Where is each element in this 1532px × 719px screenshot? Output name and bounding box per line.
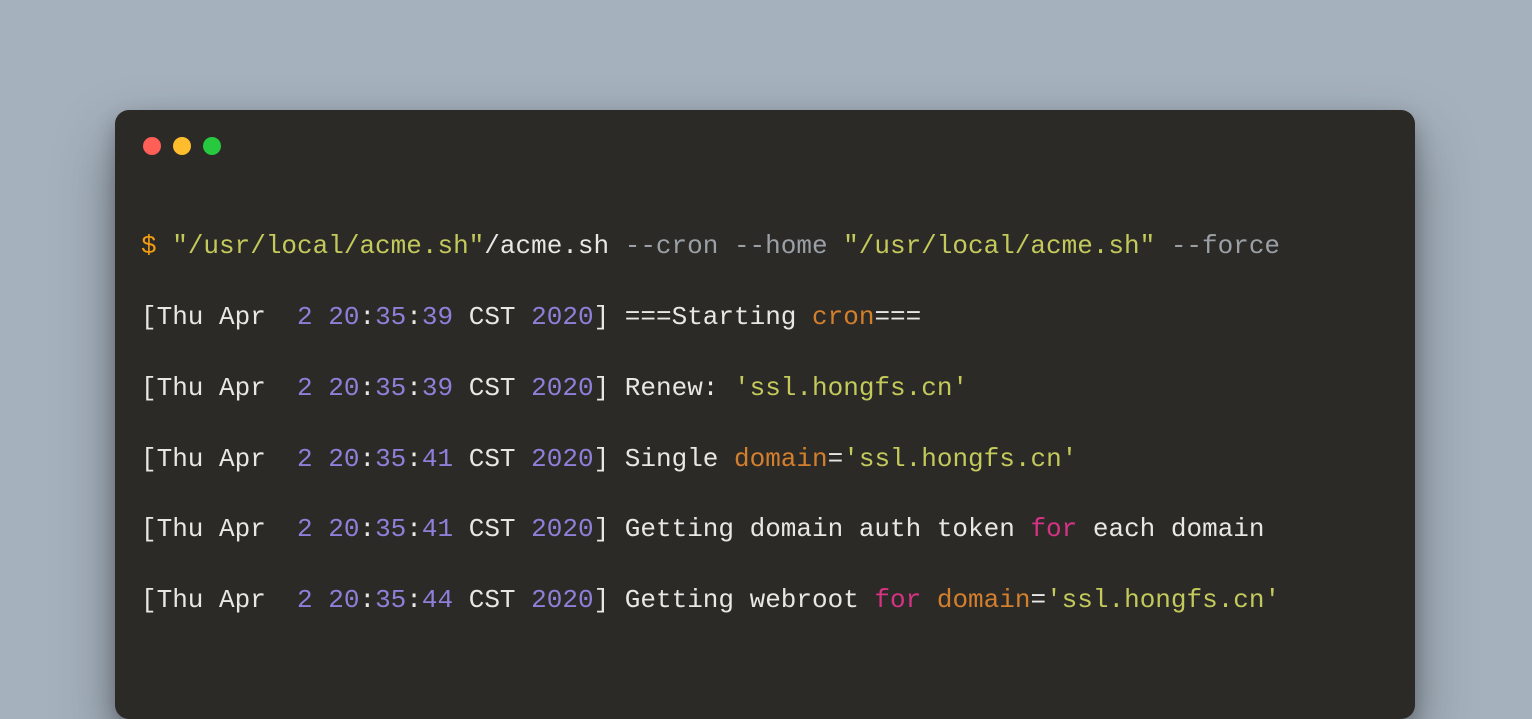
ts-open: [Thu Apr <box>141 514 297 544</box>
space <box>313 514 329 544</box>
ts-year: 2020 <box>531 373 593 403</box>
log-keyword: cron <box>812 302 874 332</box>
ts-sec: 39 <box>422 373 453 403</box>
colon: : <box>406 302 422 332</box>
colon: : <box>359 444 375 474</box>
ts-open: [Thu Apr <box>141 444 297 474</box>
log-keyword-for: for <box>874 585 921 615</box>
colon: : <box>406 373 422 403</box>
log-line: [Thu Apr 2 20:35:39 CST 2020] ===Startin… <box>141 300 1389 335</box>
colon: : <box>359 514 375 544</box>
log-text: Getting domain auth token <box>625 514 1031 544</box>
colon: : <box>359 585 375 615</box>
ts-hour: 20 <box>328 373 359 403</box>
log-text: === <box>874 302 921 332</box>
stage: $ "/usr/local/acme.sh"/acme.sh --cron --… <box>0 0 1532 590</box>
log-string: 'ssl.hongfs.cn' <box>734 373 968 403</box>
command-path: /acme.sh <box>484 231 624 261</box>
ts-close: ] <box>594 444 625 474</box>
arg-string: "/usr/local/acme.sh" <box>172 231 484 261</box>
log-keyword: domain <box>937 585 1031 615</box>
terminal-content: $ "/usr/local/acme.sh"/acme.sh --cron --… <box>141 194 1389 689</box>
ts-day: 2 <box>297 585 313 615</box>
log-text: Renew: <box>625 373 734 403</box>
ts-day: 2 <box>297 514 313 544</box>
terminal-window: $ "/usr/local/acme.sh"/acme.sh --cron --… <box>115 110 1415 719</box>
ts-open: [Thu Apr <box>141 373 297 403</box>
colon: : <box>406 514 422 544</box>
log-text: each domain <box>1077 514 1264 544</box>
colon: : <box>359 302 375 332</box>
ts-tz: CST <box>453 302 531 332</box>
log-keyword-for: for <box>1030 514 1077 544</box>
ts-day: 2 <box>297 302 313 332</box>
ts-open: [Thu Apr <box>141 302 297 332</box>
zoom-icon[interactable] <box>203 137 221 155</box>
log-line: [Thu Apr 2 20:35:44 CST 2020] Getting we… <box>141 583 1389 618</box>
ts-open: [Thu Apr <box>141 585 297 615</box>
flag-force: --force <box>1171 231 1280 261</box>
log-string: 'ssl.hongfs.cn' <box>843 444 1077 474</box>
space <box>313 444 329 474</box>
close-icon[interactable] <box>143 137 161 155</box>
arg-string: "/usr/local/acme.sh" <box>843 231 1171 261</box>
prompt: $ <box>141 231 172 261</box>
ts-tz: CST <box>453 585 531 615</box>
ts-hour: 20 <box>328 585 359 615</box>
colon: : <box>406 585 422 615</box>
ts-sec: 41 <box>422 514 453 544</box>
ts-sec: 44 <box>422 585 453 615</box>
ts-day: 2 <box>297 444 313 474</box>
ts-min: 35 <box>375 373 406 403</box>
minimize-icon[interactable] <box>173 137 191 155</box>
space <box>313 585 329 615</box>
flag-cron: --cron <box>625 231 734 261</box>
ts-hour: 20 <box>328 302 359 332</box>
log-line: [Thu Apr 2 20:35:39 CST 2020] Renew: 'ss… <box>141 371 1389 406</box>
ts-min: 35 <box>375 514 406 544</box>
ts-year: 2020 <box>531 444 593 474</box>
space <box>313 373 329 403</box>
ts-hour: 20 <box>328 514 359 544</box>
log-keyword: domain <box>734 444 828 474</box>
ts-day: 2 <box>297 373 313 403</box>
ts-close: ] <box>594 514 625 544</box>
space <box>313 302 329 332</box>
flag-home: --home <box>734 231 843 261</box>
space <box>921 585 937 615</box>
ts-sec: 41 <box>422 444 453 474</box>
ts-close: ] <box>594 373 625 403</box>
ts-close: ] <box>594 302 625 332</box>
log-text: Getting webroot <box>625 585 875 615</box>
ts-year: 2020 <box>531 585 593 615</box>
equals: = <box>1030 585 1046 615</box>
ts-min: 35 <box>375 585 406 615</box>
equals: = <box>828 444 844 474</box>
log-string: 'ssl.hongfs.cn' <box>1046 585 1280 615</box>
ts-tz: CST <box>453 373 531 403</box>
ts-tz: CST <box>453 444 531 474</box>
ts-year: 2020 <box>531 302 593 332</box>
ts-year: 2020 <box>531 514 593 544</box>
ts-sec: 39 <box>422 302 453 332</box>
colon: : <box>406 444 422 474</box>
command-line: $ "/usr/local/acme.sh"/acme.sh --cron --… <box>141 229 1389 264</box>
log-line: [Thu Apr 2 20:35:41 CST 2020] Getting do… <box>141 512 1389 547</box>
ts-min: 35 <box>375 302 406 332</box>
log-text: ===Starting <box>625 302 812 332</box>
log-text: Single <box>625 444 734 474</box>
window-controls <box>141 132 1389 160</box>
log-line: [Thu Apr 2 20:35:41 CST 2020] Single dom… <box>141 442 1389 477</box>
ts-tz: CST <box>453 514 531 544</box>
ts-min: 35 <box>375 444 406 474</box>
colon: : <box>359 373 375 403</box>
ts-hour: 20 <box>328 444 359 474</box>
ts-close: ] <box>594 585 625 615</box>
